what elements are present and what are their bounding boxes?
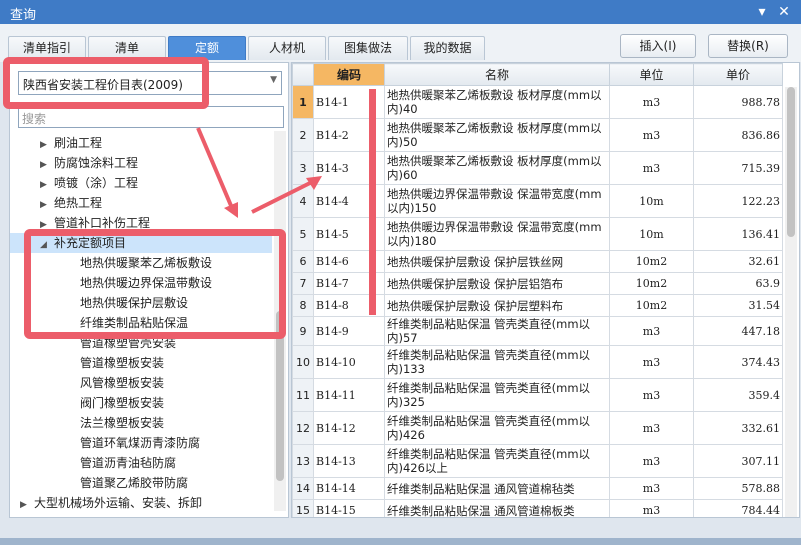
annotation-arrows <box>196 127 322 218</box>
annotation-arrow-right <box>251 180 313 214</box>
bottom-strip <box>0 538 801 545</box>
annotation-arrow-down <box>196 127 234 209</box>
